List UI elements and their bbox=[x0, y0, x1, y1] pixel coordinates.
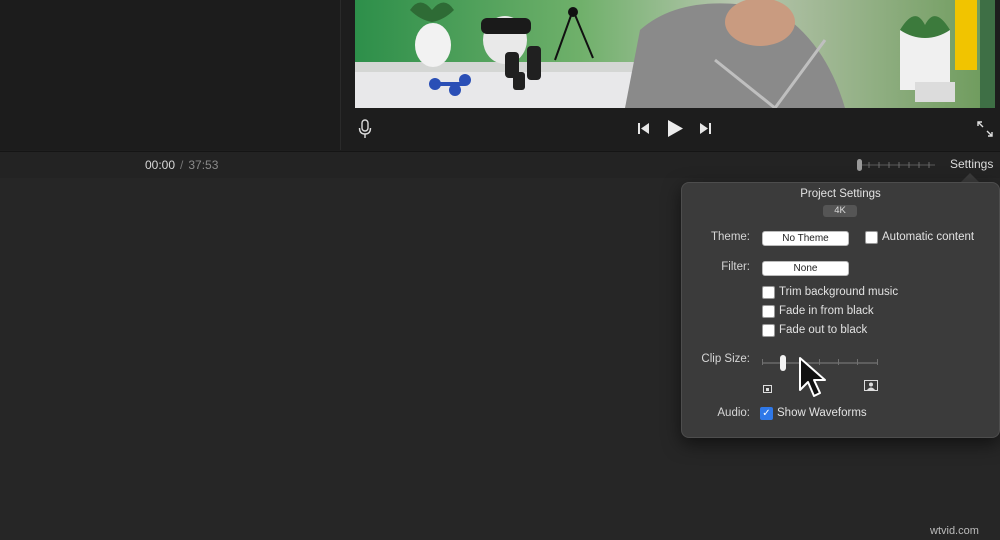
timecode-display: 00:00 / 37:53 bbox=[145, 158, 218, 172]
resolution-badge: 4K bbox=[823, 205, 857, 217]
microphone-icon[interactable] bbox=[358, 119, 372, 144]
clip-size-slider-thumb[interactable] bbox=[780, 355, 786, 371]
audio-label: Audio: bbox=[717, 407, 750, 419]
clip-size-label: Clip Size: bbox=[701, 353, 750, 365]
fade-in-label: Fade in from black bbox=[779, 305, 874, 317]
skip-back-icon[interactable] bbox=[637, 122, 650, 140]
fade-in-checkbox[interactable] bbox=[762, 305, 775, 318]
timeline-header: 00:00 / 37:53 Settings bbox=[0, 151, 1000, 179]
trim-background-music-checkbox[interactable] bbox=[762, 286, 775, 299]
settings-button[interactable]: Settings bbox=[950, 157, 993, 171]
slider-tick bbox=[762, 359, 763, 365]
project-settings-popover: Project Settings 4K Theme: No Theme Auto… bbox=[681, 182, 1000, 438]
filter-select[interactable]: None bbox=[762, 261, 849, 276]
show-waveforms-label: Show Waveforms bbox=[777, 407, 867, 419]
theme-select[interactable]: No Theme bbox=[762, 231, 849, 246]
small-clip-icon bbox=[763, 380, 772, 398]
theme-label: Theme: bbox=[711, 231, 750, 243]
fade-out-label: Fade out to black bbox=[779, 324, 868, 336]
watermark: wtvid.com bbox=[930, 525, 979, 537]
popover-title: Project Settings bbox=[800, 188, 881, 200]
time-separator: / bbox=[180, 158, 184, 172]
slider-tick bbox=[838, 359, 839, 365]
current-time: 00:00 bbox=[145, 158, 176, 172]
skip-forward-icon[interactable] bbox=[699, 122, 712, 140]
total-time: 37:53 bbox=[188, 158, 219, 172]
large-clip-icon bbox=[864, 378, 878, 396]
fade-out-checkbox[interactable] bbox=[762, 324, 775, 337]
mouse-cursor-icon bbox=[798, 356, 828, 403]
automatic-content-checkbox[interactable] bbox=[865, 231, 878, 244]
browser-panel bbox=[0, 0, 341, 150]
slider-tick bbox=[877, 359, 878, 365]
show-waveforms-checkbox[interactable]: ✓ bbox=[760, 407, 773, 420]
zoom-slider[interactable] bbox=[857, 158, 937, 172]
trim-background-music-label: Trim background music bbox=[779, 286, 899, 298]
automatic-content-label: Automatic content bbox=[882, 231, 975, 243]
play-icon[interactable] bbox=[666, 119, 684, 143]
slider-tick bbox=[857, 359, 858, 365]
fullscreen-icon[interactable] bbox=[977, 121, 993, 142]
filter-label: Filter: bbox=[721, 261, 750, 273]
video-preview bbox=[355, 0, 995, 108]
